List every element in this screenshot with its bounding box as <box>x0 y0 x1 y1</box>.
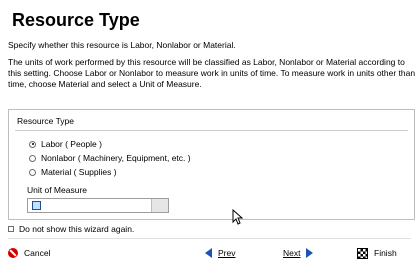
next-button[interactable]: Next <box>283 244 343 262</box>
arrow-right-icon <box>306 248 314 258</box>
checkered-flag-icon <box>357 247 368 259</box>
group-label: Resource Type <box>17 116 75 126</box>
dropdown-button[interactable] <box>151 199 168 212</box>
prev-label: Prev <box>218 248 236 258</box>
finish-button[interactable]: Finish <box>357 244 411 262</box>
radio-dot[interactable] <box>29 154 36 162</box>
radio-material[interactable]: Material ( Supplies ) <box>29 167 117 177</box>
unit-icon <box>32 201 41 210</box>
resource-type-group: Resource Type Labor ( People ) Nonlabor … <box>8 109 415 220</box>
cancel-label: Cancel <box>24 248 51 258</box>
arrow-left-icon <box>205 248 212 258</box>
footer-divider <box>8 238 411 239</box>
do-not-show-wizard-toggle[interactable]: Do not show this wizard again. <box>8 224 134 234</box>
page-description: The units of work performed by this reso… <box>8 57 416 89</box>
unit-of-measure-select[interactable] <box>27 198 169 213</box>
radio-label: Nonlabor ( Machinery, Equipment, etc. ) <box>41 153 191 163</box>
page-subtitle: Specify whether this resource is Labor, … <box>8 40 236 50</box>
radio-labor[interactable]: Labor ( People ) <box>29 139 102 149</box>
group-divider <box>15 130 408 131</box>
wizard-footer: Cancel Prev Next Finish <box>8 244 411 262</box>
unit-of-measure-label: Unit of Measure <box>27 185 87 195</box>
radio-dot[interactable] <box>29 168 36 176</box>
radio-dot[interactable] <box>29 140 36 148</box>
checkbox[interactable] <box>8 226 14 232</box>
page-title: Resource Type <box>12 10 140 30</box>
radio-label: Material ( Supplies ) <box>41 167 117 177</box>
next-label: Next <box>283 248 301 258</box>
prev-button[interactable]: Prev <box>205 244 265 262</box>
do-not-show-label: Do not show this wizard again. <box>19 224 135 234</box>
finish-label: Finish <box>374 248 397 258</box>
radio-nonlabor[interactable]: Nonlabor ( Machinery, Equipment, etc. ) <box>29 153 191 163</box>
radio-label: Labor ( People ) <box>41 139 102 149</box>
cancel-button[interactable]: Cancel <box>8 244 78 262</box>
mouse-cursor-icon <box>232 209 244 225</box>
cancel-icon <box>8 248 18 258</box>
